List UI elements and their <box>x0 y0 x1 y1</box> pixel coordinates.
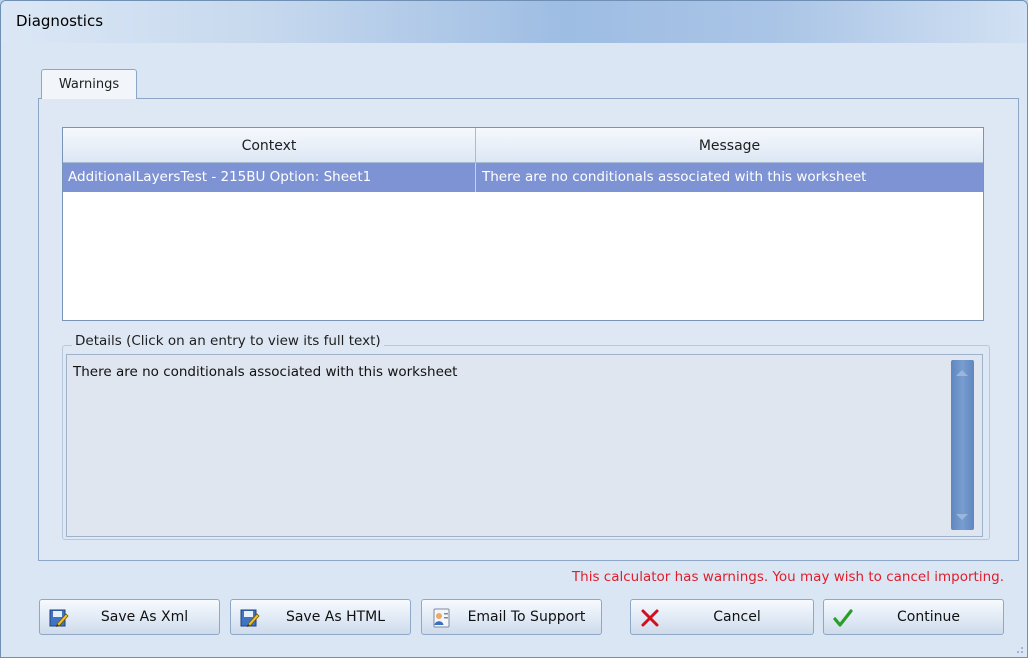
red-x-icon <box>641 609 659 627</box>
details-legend: Details (Click on an entry to view its f… <box>72 332 384 350</box>
email-to-support-button[interactable]: Email To Support <box>421 599 602 635</box>
cancel-button[interactable]: Cancel <box>630 599 814 635</box>
scroll-down-icon[interactable] <box>956 514 968 520</box>
grid-header: Context Message <box>63 128 983 163</box>
row-divider <box>475 163 476 192</box>
details-text: There are no conditionals associated wit… <box>73 364 458 380</box>
warnings-grid: Context Message AdditionalLayersTest - 2… <box>62 127 984 321</box>
cell-message: There are no conditionals associated wit… <box>482 169 867 185</box>
cell-context: AdditionalLayersTest - 215BU Option: She… <box>68 169 372 185</box>
resize-grip-icon[interactable] <box>1012 642 1024 654</box>
tab-warnings[interactable]: Warnings <box>41 69 137 99</box>
title-bar[interactable]: Diagnostics <box>1 1 1027 43</box>
continue-label: Continue <box>897 609 960 625</box>
save-as-html-label: Save As HTML <box>285 609 386 625</box>
window-title: Diagnostics <box>16 12 104 30</box>
table-row[interactable]: AdditionalLayersTest - 215BU Option: She… <box>63 163 983 192</box>
column-header-context[interactable]: Context <box>63 128 475 162</box>
contact-card-icon <box>433 608 450 628</box>
save-edit-icon <box>240 609 260 627</box>
details-scrollbar[interactable] <box>951 360 974 530</box>
continue-button[interactable]: Continue <box>823 599 1004 635</box>
cancel-label: Cancel <box>713 609 761 625</box>
details-textarea[interactable]: There are no conditionals associated wit… <box>66 354 983 537</box>
green-check-icon <box>833 609 853 627</box>
save-as-xml-button[interactable]: Save As Xml <box>39 599 220 635</box>
save-as-html-button[interactable]: Save As HTML <box>230 599 411 635</box>
email-to-support-label: Email To Support <box>467 609 586 625</box>
scroll-up-icon[interactable] <box>956 370 968 376</box>
diagnostics-window: Diagnostics Warnings Context Message Add… <box>0 0 1028 658</box>
save-as-xml-label: Save As Xml <box>100 609 189 625</box>
save-edit-icon <box>49 609 69 627</box>
warning-message: This calculator has warnings. You may wi… <box>571 569 1004 585</box>
column-header-message[interactable]: Message <box>476 128 983 162</box>
